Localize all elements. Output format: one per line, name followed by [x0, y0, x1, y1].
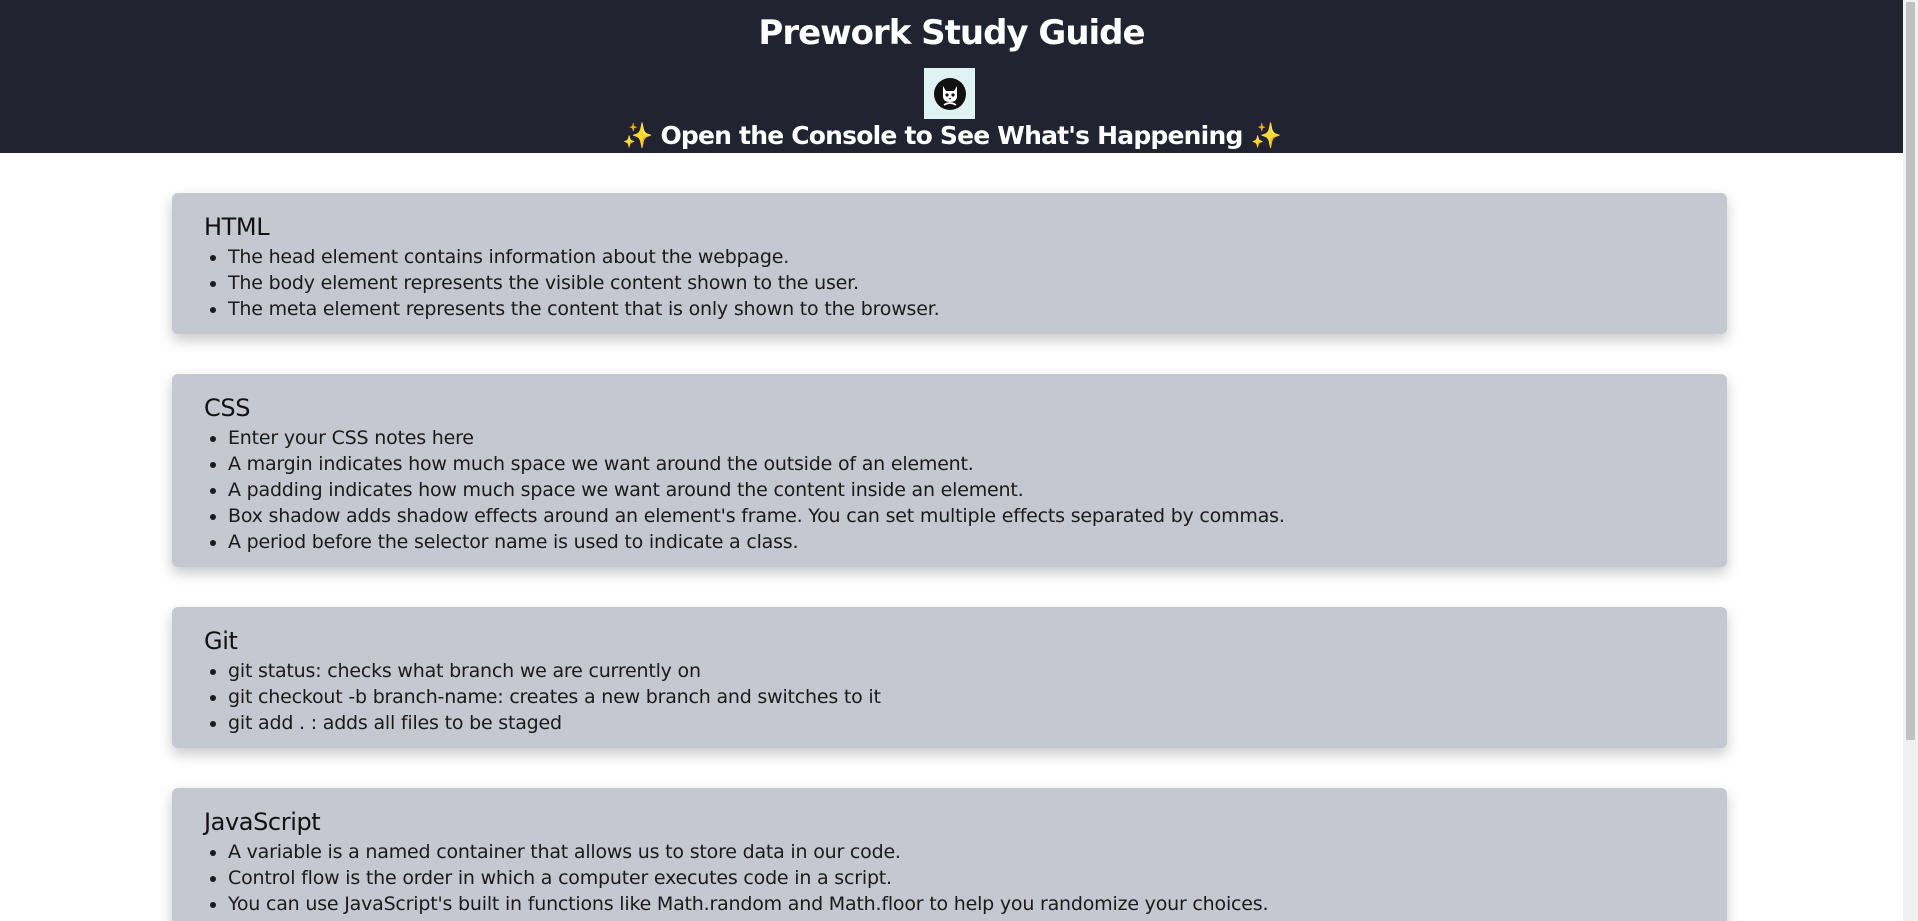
- section-css: CSS Enter your CSS notes here A margin i…: [172, 374, 1727, 567]
- list-item: Box shadow adds shadow effects around an…: [228, 503, 1695, 529]
- page-title: Prework Study Guide: [758, 13, 1145, 53]
- list-item: You can use JavaScript's built in functi…: [228, 891, 1695, 917]
- scrollbar-thumb[interactable]: [1906, 2, 1915, 740]
- list-item: Control flow is the order in which a com…: [228, 865, 1695, 891]
- section-title: CSS: [204, 394, 251, 422]
- list-item: The head element contains information ab…: [228, 244, 1695, 270]
- section-git: Git git status: checks what branch we ar…: [172, 607, 1727, 748]
- list-item: Enter your CSS notes here: [228, 425, 1695, 451]
- sparkle-icon: ✨: [1250, 121, 1281, 150]
- list-item: git add . : adds all files to be staged: [228, 710, 1695, 736]
- list-item: The meta element represents the content …: [228, 296, 1695, 322]
- notes-list: The head element contains information ab…: [204, 244, 1695, 322]
- list-item: A padding indicates how much space we wa…: [228, 477, 1695, 503]
- list-item: git status: checks what branch we are cu…: [228, 658, 1695, 684]
- sparkle-icon: ✨: [622, 121, 653, 150]
- notes-list: Enter your CSS notes here A margin indic…: [204, 425, 1695, 555]
- console-hint: ✨ Open the Console to See What's Happeni…: [0, 118, 1903, 154]
- cat-logo-icon: [924, 68, 975, 119]
- section-title: HTML: [204, 213, 270, 241]
- page-scrollbar[interactable]: [1903, 0, 1918, 921]
- section-title: JavaScript: [204, 808, 321, 836]
- list-item: The body element represents the visible …: [228, 270, 1695, 296]
- section-html: HTML The head element contains informati…: [172, 193, 1727, 334]
- notes-list: A variable is a named container that all…: [204, 839, 1695, 917]
- page: Prework Study Guide ✨ Open the Console t…: [0, 0, 1918, 921]
- page-header: Prework Study Guide ✨ Open the Console t…: [0, 0, 1903, 153]
- list-item: A margin indicates how much space we wan…: [228, 451, 1695, 477]
- console-hint-text: Open the Console to See What's Happening: [660, 121, 1243, 150]
- notes-list: git status: checks what branch we are cu…: [204, 658, 1695, 736]
- section-title: Git: [204, 627, 238, 655]
- list-item: git checkout -b branch-name: creates a n…: [228, 684, 1695, 710]
- section-javascript: JavaScript A variable is a named contain…: [172, 788, 1727, 921]
- list-item: A variable is a named container that all…: [228, 839, 1695, 865]
- list-item: A period before the selector name is use…: [228, 529, 1695, 555]
